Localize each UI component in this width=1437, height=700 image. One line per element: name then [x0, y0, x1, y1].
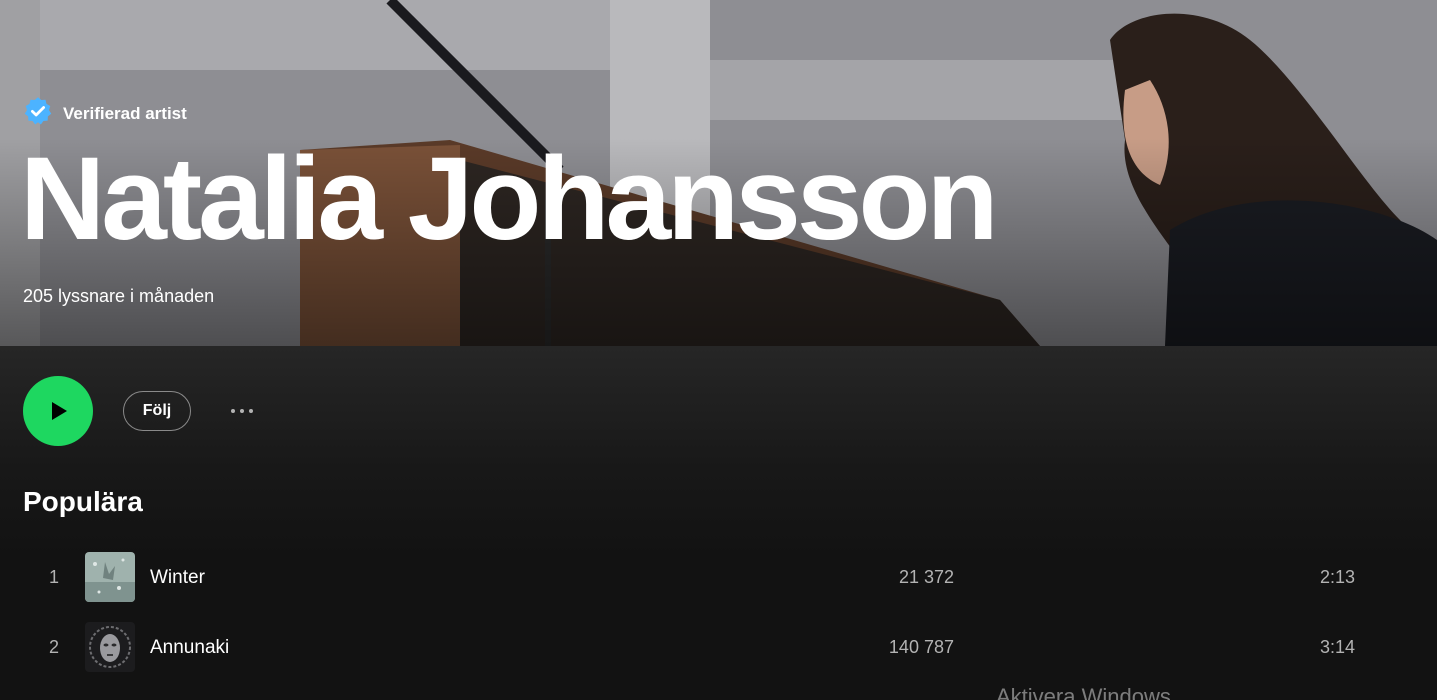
verified-badge-icon: [23, 96, 53, 131]
track-duration: 3:14: [1319, 637, 1355, 657]
popular-section-title: Populära: [23, 486, 143, 517]
windows-activation-watermark: Aktivera Windows: [996, 684, 1171, 700]
verified-artist-text: Verifierad artist: [63, 103, 187, 123]
track-rank: 1: [48, 567, 59, 587]
artist-name: Natalia Johansson: [20, 133, 999, 265]
play-button[interactable]: [23, 376, 93, 446]
more-options-button[interactable]: [222, 398, 262, 424]
artist-content: Följ Populära 1 Winter 21 372 2:13 2 Ann…: [0, 346, 1437, 700]
track-row[interactable]: 1 Winter 21 372 2:13: [0, 545, 1437, 609]
track-title[interactable]: Winter: [150, 567, 205, 589]
track-play-count: 140 787: [888, 637, 954, 657]
track-cover-image: [85, 622, 135, 672]
track-title[interactable]: Annunaki: [150, 637, 229, 659]
artist-header: Verifierad artist Natalia Johansson 205 …: [0, 0, 1437, 346]
track-cover-image: [85, 552, 135, 602]
play-icon: [52, 402, 67, 420]
track-play-count: 21 372: [898, 567, 954, 587]
monthly-listeners: 205 lyssnare i månaden: [23, 286, 215, 306]
track-row[interactable]: 2 Annunaki 140 787 3:14: [0, 615, 1437, 679]
follow-button[interactable]: Följ: [123, 391, 191, 431]
more-options-icon: [231, 409, 235, 413]
track-duration: 2:13: [1319, 567, 1355, 587]
track-rank: 2: [48, 637, 59, 657]
verified-artist-label: Verifierad artist: [23, 96, 187, 131]
